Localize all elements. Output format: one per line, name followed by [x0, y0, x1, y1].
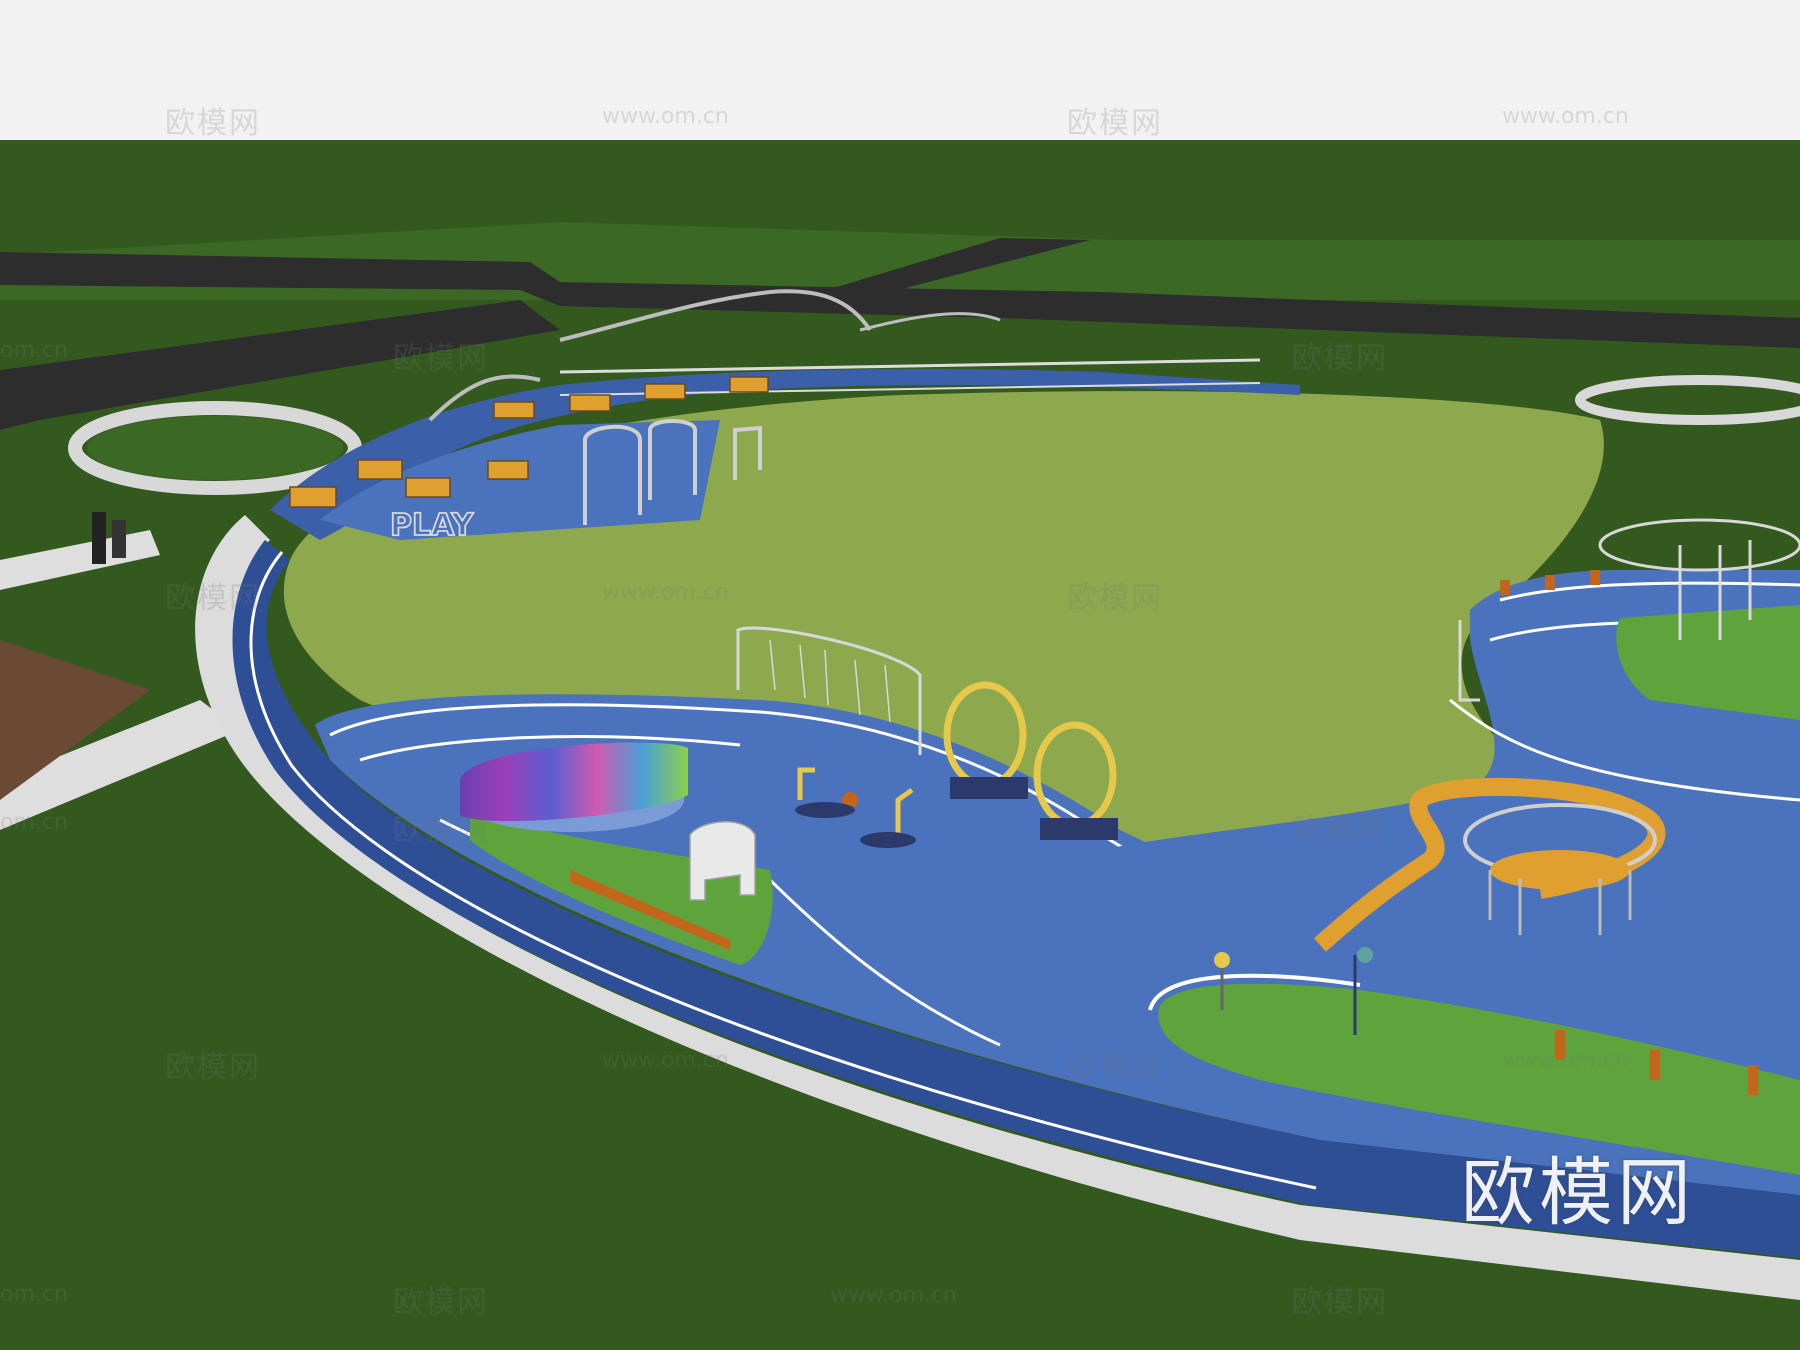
info-kiosk-2 — [112, 520, 126, 558]
watermark-url: www.om.cn — [602, 580, 729, 605]
watermark-large-brand: 欧模网 — [1461, 1150, 1695, 1236]
watermark-partial-url: om.cn — [0, 338, 68, 363]
watermark-brand: 欧模网 — [1292, 341, 1388, 376]
info-kiosk — [92, 512, 106, 564]
loop-grass-left — [87, 416, 343, 480]
tube-base-1 — [795, 802, 855, 818]
watermark-url: www.om.cn — [830, 1283, 957, 1308]
post — [1650, 1050, 1660, 1080]
post — [1545, 575, 1555, 590]
watermark-brand: 欧模网 — [1067, 106, 1163, 141]
slide-platform — [1490, 850, 1630, 890]
park-scene: PLAY 欧模网 www.om.cn 欧模网 www.om.cn om.cn 欧… — [0, 0, 1800, 1350]
post — [1748, 1065, 1758, 1095]
watermark-brand: 欧模网 — [393, 1285, 489, 1320]
tube-base-2 — [860, 832, 916, 848]
pole-top — [1357, 947, 1373, 963]
watermark-brand: 欧模网 — [1067, 1050, 1163, 1085]
post — [1590, 570, 1600, 585]
ring-1-base — [950, 777, 1028, 799]
watermark-url: www.om.cn — [1502, 104, 1629, 129]
pole-top — [1214, 952, 1230, 968]
watermark-brand: 欧模网 — [1292, 1285, 1388, 1320]
watermark-brand: 欧模网 — [393, 813, 489, 848]
post — [1500, 580, 1510, 595]
watermark-brand: 欧模网 — [393, 341, 489, 376]
planter — [357, 459, 403, 480]
planter — [487, 460, 529, 480]
watermark-url: www.om.cn — [602, 1048, 729, 1073]
planter — [729, 376, 769, 393]
watermark-brand: 欧模网 — [1292, 813, 1388, 848]
watermark-partial-url: om.cn — [0, 810, 68, 835]
planter — [644, 383, 686, 400]
watermark-brand: 欧模网 — [1067, 581, 1163, 616]
planter — [289, 486, 337, 508]
planter — [405, 477, 451, 498]
ring-2-base — [1040, 818, 1118, 840]
play-sign: PLAY — [390, 508, 474, 543]
watermark-brand: 欧模网 — [165, 106, 261, 141]
watermark-url: www.om.cn — [1502, 1048, 1629, 1073]
watermark-brand: 欧模网 — [165, 581, 261, 616]
watermark-url: www.om.cn — [602, 104, 729, 129]
watermark-partial-url: om.cn — [0, 1282, 68, 1307]
planter — [569, 394, 611, 412]
planter — [493, 401, 535, 419]
watermark-brand: 欧模网 — [165, 1050, 261, 1085]
